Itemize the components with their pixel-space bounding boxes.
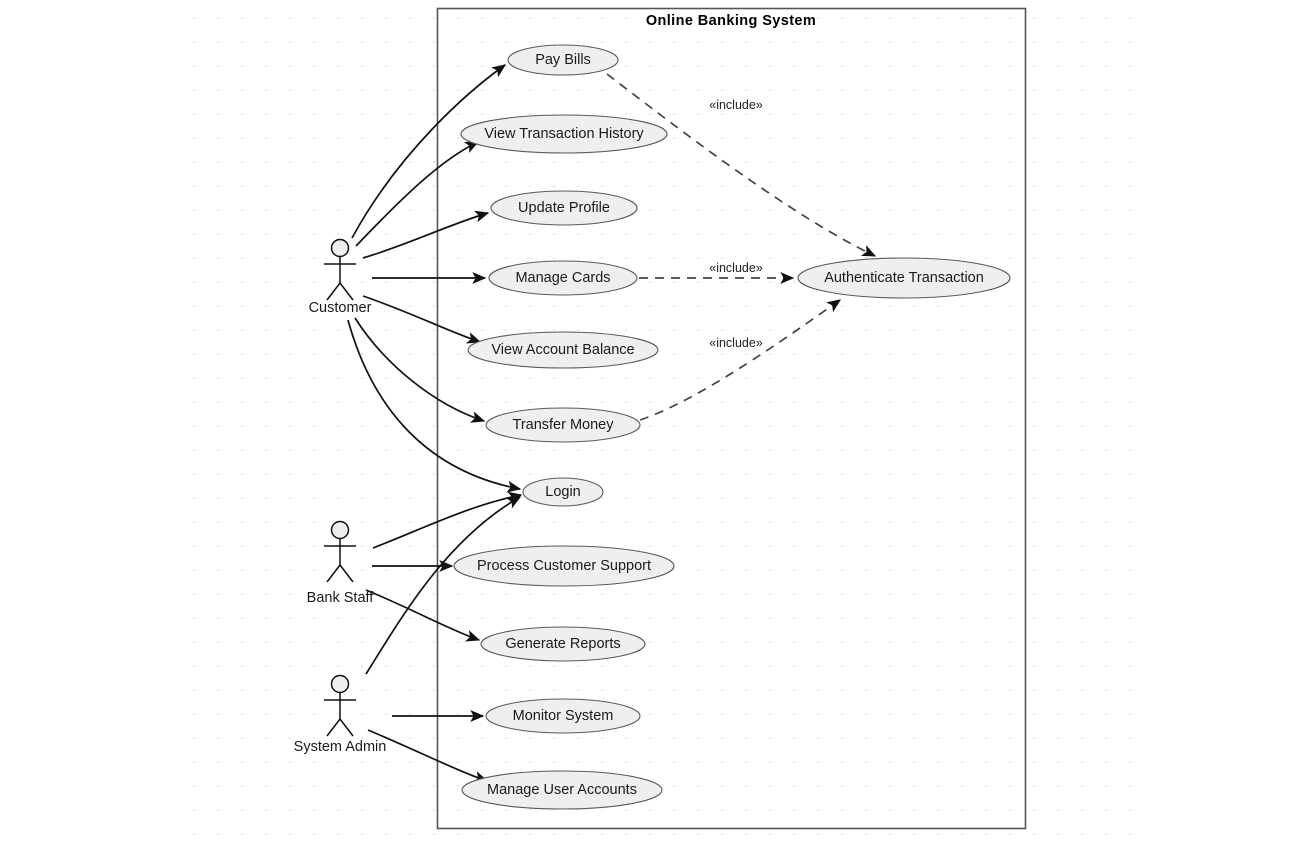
- actor-bank_staff[interactable]: [324, 520, 356, 583]
- use-case-generate_reports[interactable]: [480, 626, 646, 662]
- actor-leg-left-customer: [326, 282, 341, 301]
- use-case-monitor_system[interactable]: [485, 698, 641, 734]
- use-case-login[interactable]: [522, 477, 604, 507]
- actor-customer[interactable]: [324, 238, 356, 301]
- use-case-manage_cards[interactable]: [488, 260, 638, 296]
- association-system_admin-to-manage_user_accounts: [367, 729, 489, 783]
- diagram-svg: [324, 7, 1027, 830]
- actor-head-customer: [330, 238, 350, 258]
- actor-figures: [324, 238, 356, 737]
- use-case-update_profile[interactable]: [490, 190, 638, 226]
- use-case-pay_bills[interactable]: [507, 44, 619, 76]
- actor-leg-left-bank_staff: [326, 564, 341, 583]
- actor-head-system_admin: [330, 674, 350, 694]
- use-case-view_account_balance[interactable]: [467, 331, 659, 369]
- use-case-process_customer_support[interactable]: [453, 545, 675, 587]
- include-transfer_money-to-authenticate_transaction: [639, 299, 842, 421]
- use-case-ellipses: [453, 44, 1011, 810]
- actor-head-bank_staff: [330, 520, 350, 540]
- use-case-transfer_money[interactable]: [485, 407, 641, 443]
- association-customer-to-transfer_money: [354, 317, 486, 423]
- use-case-manage_user_accounts[interactable]: [461, 770, 663, 810]
- actor-leg-left-system_admin: [326, 718, 341, 737]
- association-bank_staff-to-login: [372, 491, 523, 549]
- use-case-view_transaction_history[interactable]: [460, 114, 668, 154]
- association-customer-to-pay_bills: [351, 64, 507, 239]
- use-case-authenticate_transaction[interactable]: [797, 257, 1011, 299]
- actor-leg-right-bank_staff: [339, 564, 354, 583]
- use-case-diagram-canvas: Online Banking System «include» «include» «…: [0, 0, 1306, 850]
- association-bank_staff-to-generate_reports: [365, 589, 481, 642]
- actor-system_admin[interactable]: [324, 674, 356, 737]
- actor-leg-right-customer: [339, 282, 354, 301]
- include-pay_bills-to-authenticate_transaction: [606, 73, 877, 257]
- association-customer-to-view_transaction_history: [355, 141, 480, 247]
- actor-leg-right-system_admin: [339, 718, 354, 737]
- association-customer-to-view_account_balance: [362, 295, 482, 344]
